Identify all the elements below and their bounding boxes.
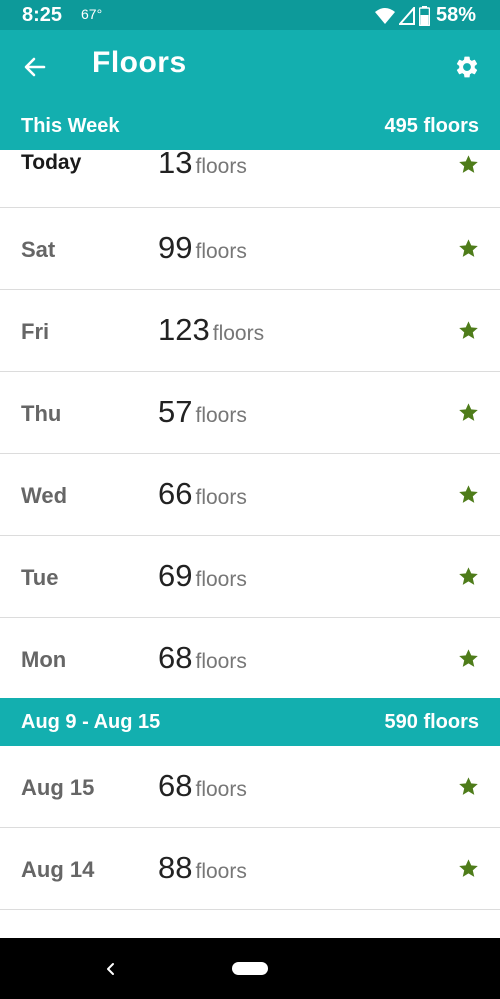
floor-count-unit: floors: [195, 568, 247, 591]
day-label: Sat: [21, 237, 56, 262]
status-temperature: 67°: [81, 6, 103, 22]
section-header-aug-9-aug-15: Aug 9 - Aug 15 590 floors: [0, 698, 500, 746]
app-bar: Floors: [0, 30, 500, 102]
floor-count: 66 floors: [158, 476, 247, 512]
day-row-fri[interactable]: Fri 123 floors: [0, 290, 500, 372]
day-label: Mon: [21, 647, 67, 672]
day-label: Wed: [21, 483, 68, 508]
wifi-icon: [374, 7, 395, 24]
day-label: Aug 14: [21, 857, 95, 882]
goal-star-icon: [459, 485, 478, 503]
goal-star-icon: [459, 403, 478, 421]
section-label: Aug 9 - Aug 15: [21, 711, 161, 733]
goal-star-icon: [459, 859, 478, 877]
battery-icon: [418, 5, 430, 26]
cellular-signal-icon: [398, 6, 415, 25]
floor-count-value: 68: [158, 640, 193, 675]
section-total: 590 floors: [384, 711, 479, 733]
floor-count-value: 66: [158, 476, 193, 511]
floor-count: 123 floors: [158, 312, 264, 348]
status-time: 8:25: [22, 4, 63, 26]
floor-count: 68 floors: [158, 640, 247, 676]
settings-button[interactable]: [446, 46, 488, 88]
floor-count: 88 floors: [158, 850, 247, 886]
day-row-aug-15[interactable]: Aug 15 68 floors: [0, 746, 500, 828]
battery-percentage: 58%: [435, 4, 476, 26]
goal-star-icon: [459, 649, 478, 667]
status-bar: 8:25 67° 58%: [0, 0, 500, 30]
floor-count-value: 13: [158, 145, 193, 180]
day-row-wed[interactable]: Wed 66 floors: [0, 454, 500, 536]
chevron-left-icon: [107, 963, 114, 975]
nav-back-button[interactable]: [98, 956, 124, 982]
day-row-today[interactable]: Today 13 floors: [0, 145, 500, 208]
goal-star-icon: [459, 155, 478, 173]
day-label: Tue: [21, 565, 59, 590]
status-icons: 58%: [374, 4, 476, 27]
floor-count-unit: floors: [195, 404, 247, 427]
floor-count-value: 68: [158, 768, 193, 803]
goal-star-icon: [459, 567, 478, 585]
floor-count-value: 88: [158, 850, 193, 885]
nav-home-pill[interactable]: [232, 962, 268, 975]
day-row-tue[interactable]: Tue 69 floors: [0, 536, 500, 618]
floor-count-unit: floors: [195, 778, 247, 801]
gear-icon: [456, 56, 478, 78]
floor-count-value: 123: [158, 312, 210, 347]
floor-count-unit: floors: [195, 240, 247, 263]
day-row-aug-14[interactable]: Aug 14 88 floors: [0, 828, 500, 910]
floor-count-unit: floors: [212, 322, 265, 345]
navigation-bar: [0, 938, 500, 999]
floor-count-unit: floors: [195, 860, 247, 883]
page-title: Floors: [92, 46, 187, 79]
day-row-mon[interactable]: Mon 68 floors: [0, 618, 500, 700]
floor-count-unit: floors: [195, 155, 247, 178]
section-header-this-week: This Week 495 floors: [0, 102, 500, 150]
section-label: This Week: [21, 115, 120, 137]
day-row-partial[interactable]: [0, 910, 500, 938]
day-label: Fri: [21, 319, 50, 344]
goal-star-icon: [459, 239, 478, 257]
floor-count: 13 floors: [158, 145, 247, 181]
section-total: 495 floors: [384, 115, 479, 137]
floor-count: 68 floors: [158, 768, 247, 804]
floor-count: 99 floors: [158, 230, 247, 266]
day-label: Today: [21, 151, 82, 174]
back-button[interactable]: [14, 46, 56, 88]
day-row-thu[interactable]: Thu 57 floors: [0, 372, 500, 454]
floor-count: 57 floors: [158, 394, 247, 430]
goal-star-icon: [459, 321, 478, 339]
day-label: Thu: [21, 401, 62, 426]
floor-count-unit: floors: [195, 650, 247, 673]
floor-count-value: 69: [158, 558, 193, 593]
floors-list[interactable]: This Week 495 floors Today 13 floors Sat …: [0, 102, 500, 938]
floor-count-unit: floors: [195, 486, 247, 509]
floor-count-value: 99: [158, 230, 193, 265]
floor-count: 69 floors: [158, 558, 247, 594]
day-label: Aug 15: [21, 775, 95, 800]
floor-count-value: 57: [158, 394, 193, 429]
goal-star-icon: [459, 777, 478, 795]
day-row-sat[interactable]: Sat 99 floors: [0, 208, 500, 290]
arrow-left-icon: [24, 57, 46, 77]
